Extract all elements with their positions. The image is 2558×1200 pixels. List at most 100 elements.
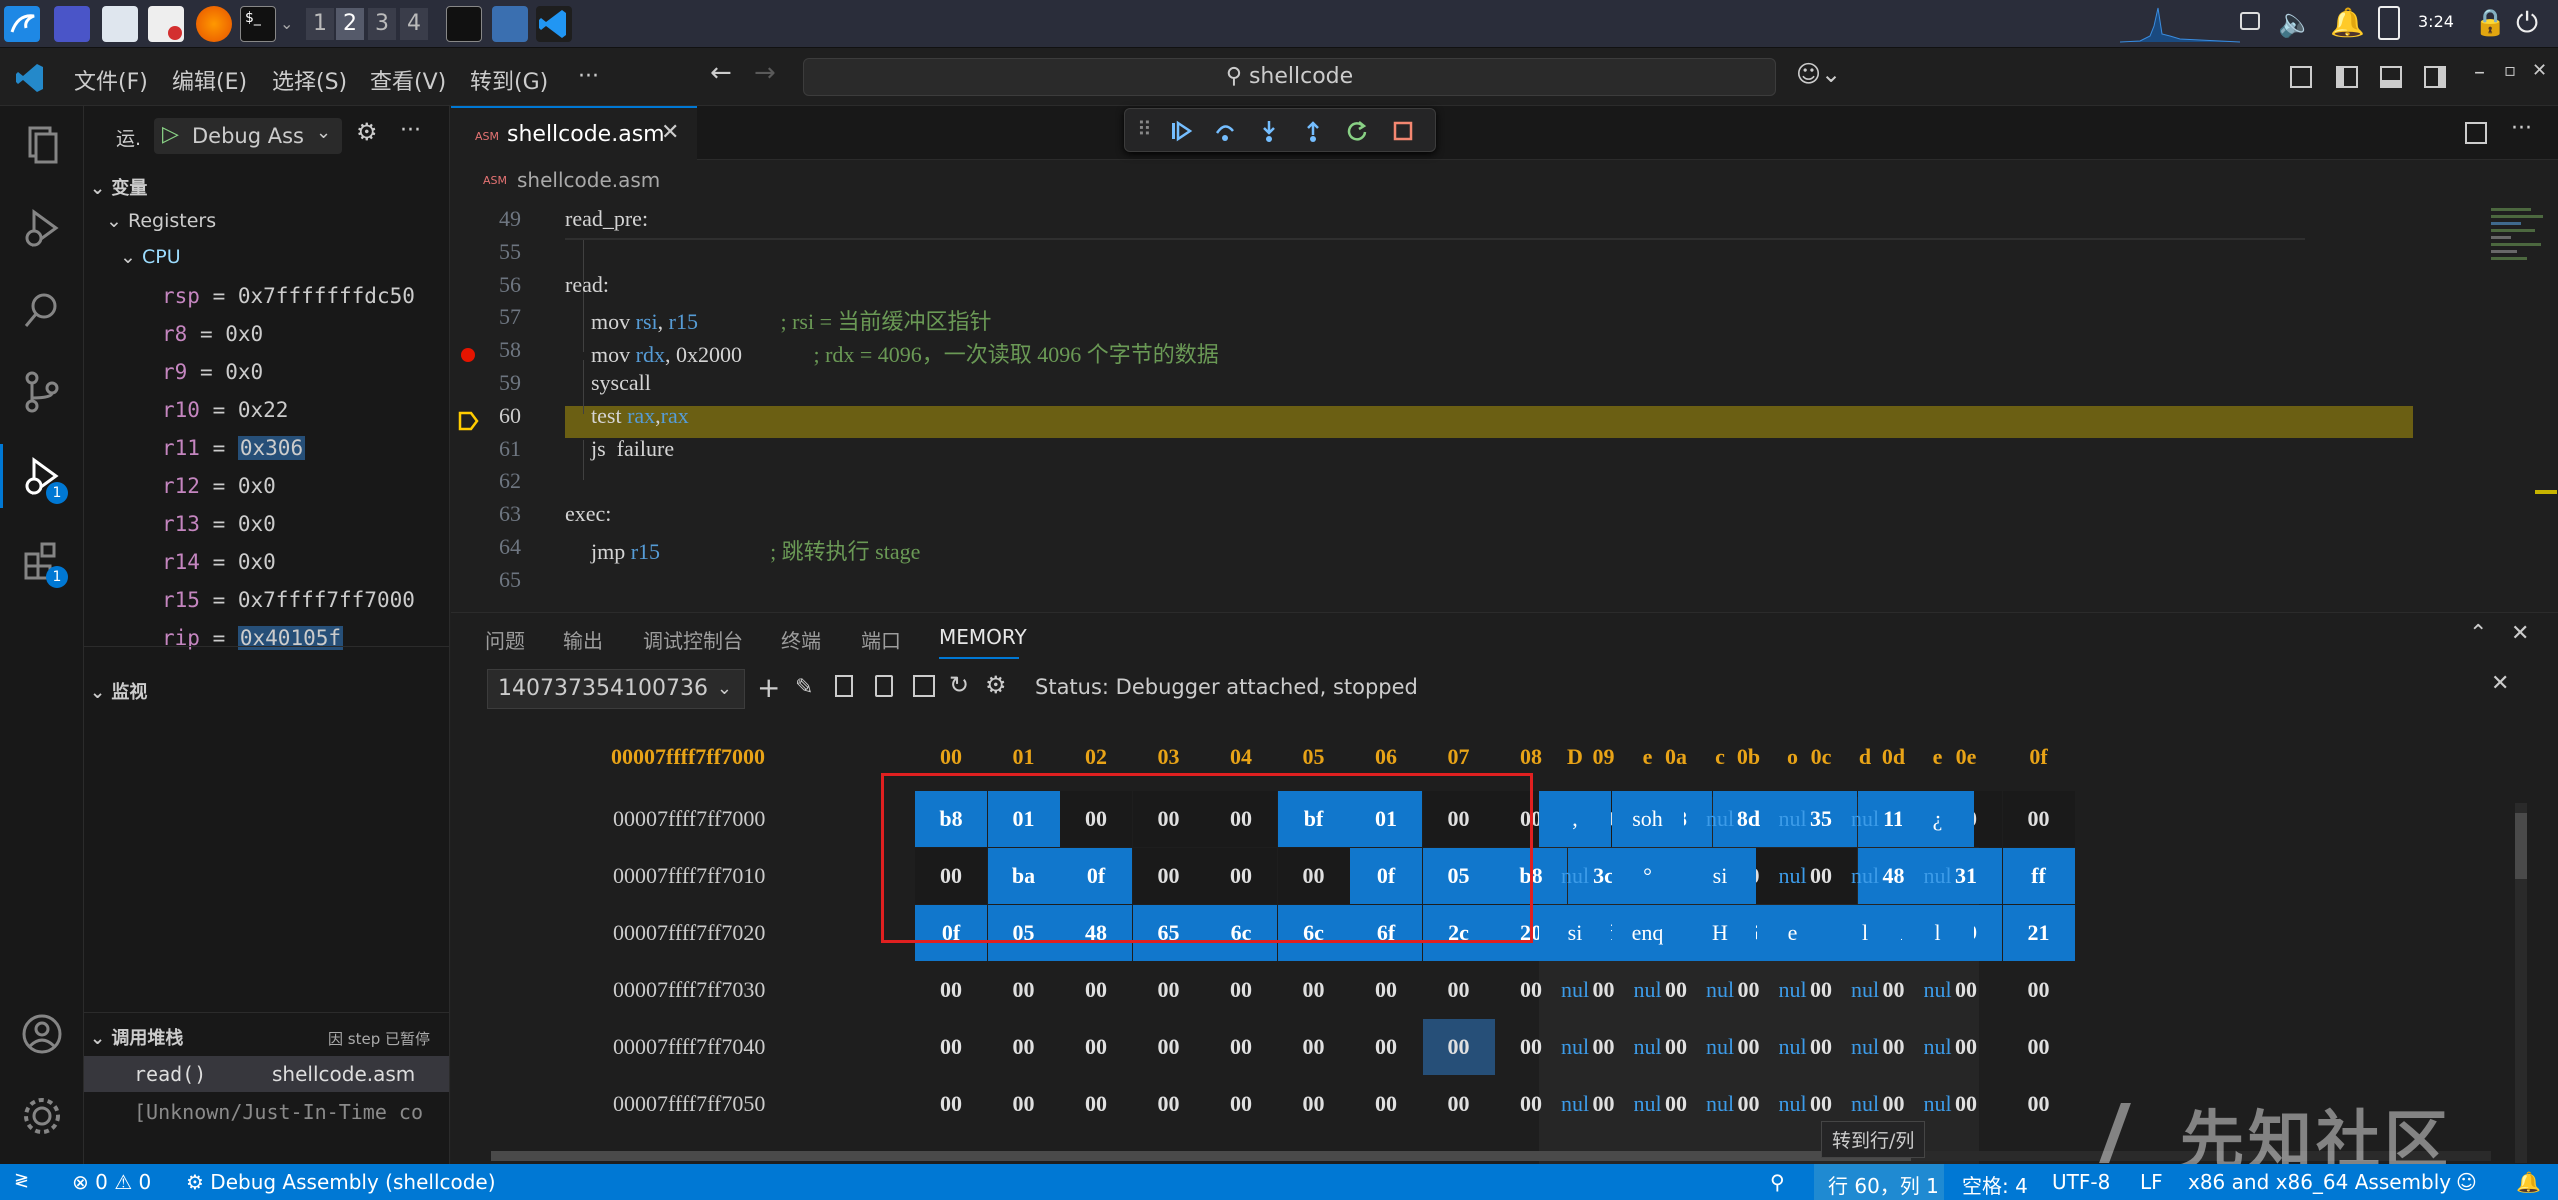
close-tab-icon[interactable]: ✕ — [661, 120, 679, 145]
cursor-position[interactable]: 行 60，列 1 — [1828, 1170, 1939, 1199]
stop-icon[interactable] — [1391, 119, 1415, 143]
toggle-secondary-sidebar-icon[interactable] — [2424, 66, 2446, 88]
command-center-search[interactable]: ⚲ shellcode — [803, 58, 1776, 96]
split-editor-icon[interactable] — [2465, 122, 2487, 144]
close-memory-view-icon[interactable]: ✕ — [2491, 671, 2509, 696]
ascii-cell[interactable]: nul — [1539, 1076, 1611, 1132]
hex-byte[interactable]: 00 — [2003, 1019, 2075, 1075]
copilot-icon[interactable]: ☺⌄ — [1796, 60, 1841, 88]
desktop-icon[interactable] — [54, 6, 90, 42]
notifications-bell-icon[interactable]: 🔔 — [2516, 1170, 2541, 1194]
tab-ports[interactable]: 端口 — [861, 625, 901, 654]
callstack-frame-0[interactable]: read() shellcode.asm — [84, 1056, 449, 1092]
workspace-2[interactable]: 2 — [336, 8, 364, 40]
ascii-cell[interactable]: , — [1539, 791, 1611, 847]
remote-icon[interactable]: ≷ — [14, 1170, 29, 1191]
register-r13[interactable]: r13 = 0x0 — [162, 512, 276, 536]
save-icon[interactable] — [913, 675, 935, 697]
toggle-sidebar-icon[interactable] — [2336, 66, 2358, 88]
extensions-icon[interactable]: 1 — [18, 536, 68, 588]
register-rsp[interactable]: rsp = 0x7fffffffdc50 — [162, 284, 415, 308]
toggle-panel-icon[interactable] — [2380, 66, 2402, 88]
register-r10[interactable]: r10 = 0x22 — [162, 398, 288, 422]
power-icon[interactable]: ⏻ — [2516, 6, 2538, 40]
ascii-cell[interactable]: nul — [1612, 1019, 1684, 1075]
step-into-icon[interactable] — [1257, 119, 1281, 143]
step-out-icon[interactable] — [1301, 119, 1325, 143]
ascii-cell[interactable]: nul — [1829, 791, 1901, 847]
hex-byte[interactable]: 00 — [1205, 1076, 1277, 1132]
register-r12[interactable]: r12 = 0x0 — [162, 474, 276, 498]
more-actions-icon[interactable]: ··· — [400, 118, 421, 143]
ascii-cell[interactable]: nul — [1539, 848, 1611, 904]
drag-handle-icon[interactable]: ⠿ — [1137, 117, 1152, 141]
volume-icon[interactable]: 🔈 — [2278, 6, 2313, 39]
ascii-cell[interactable]: si — [1684, 848, 1756, 904]
ascii-cell[interactable]: nul — [1684, 791, 1756, 847]
indentation[interactable]: 空格: 4 — [1962, 1170, 2028, 1199]
hex-byte[interactable]: 00 — [915, 1019, 987, 1075]
notification-icon[interactable]: 🔔 — [2330, 6, 2365, 39]
chevron-down-icon[interactable]: ⌄ — [280, 14, 293, 33]
step-over-icon[interactable] — [1213, 119, 1237, 143]
hex-byte[interactable]: 00 — [1205, 962, 1277, 1018]
text-editor-icon[interactable] — [148, 6, 184, 42]
callstack-section[interactable]: ⌄ 调用堆栈 — [90, 1024, 183, 1050]
hex-byte[interactable]: 00 — [1133, 1076, 1205, 1132]
ascii-cell[interactable]: nul — [1539, 962, 1611, 1018]
watch-section[interactable]: ⌄ 监视 — [90, 678, 147, 704]
tab-problems[interactable]: 问题 — [485, 625, 525, 654]
menu-file[interactable]: 文件(F) — [74, 64, 148, 96]
files-icon[interactable] — [102, 6, 138, 42]
hex-byte[interactable]: 00 — [988, 1076, 1060, 1132]
run-debug-active-icon[interactable]: 1 — [18, 452, 68, 504]
ascii-cell[interactable]: nul — [1757, 848, 1829, 904]
hex-byte[interactable]: 00 — [2002, 791, 2075, 847]
zoom-icon[interactable]: ⚲ — [1770, 1170, 1785, 1194]
ascii-cell[interactable]: nul — [1539, 1019, 1611, 1075]
menu-view[interactable]: 查看(V) — [370, 64, 446, 96]
hex-byte[interactable]: 00 — [1350, 1019, 1422, 1075]
hex-byte[interactable]: 00 — [1060, 1019, 1132, 1075]
tab-shellcode-asm[interactable]: ASM shellcode.asm ✕ — [451, 106, 697, 160]
hex-byte[interactable]: 00 — [1133, 1019, 1205, 1075]
ascii-cell[interactable]: l — [1901, 905, 1974, 961]
forward-arrow-icon[interactable]: → — [754, 58, 776, 88]
ascii-cell[interactable]: e — [1756, 905, 1829, 961]
tab-debug-console[interactable]: 调试控制台 — [643, 625, 743, 654]
workspace-1[interactable]: 1 — [306, 8, 334, 40]
ascii-cell[interactable]: enq — [1611, 905, 1684, 961]
menu-more[interactable]: ··· — [578, 64, 599, 89]
callstack-frame-1[interactable]: [Unknown/Just-In-Time co — [84, 1094, 449, 1130]
hex-byte[interactable]: 21 — [2002, 905, 2075, 961]
memory-address-input[interactable]: 140737354100736 ⌄ — [487, 669, 745, 709]
copilot-status-icon[interactable]: ☺ — [2456, 1170, 2477, 1194]
ascii-cell[interactable]: l — [1829, 905, 1901, 961]
edit-icon[interactable]: ✎ — [795, 675, 813, 700]
add-icon[interactable]: + — [757, 671, 780, 704]
menu-edit[interactable]: 编辑(E) — [172, 64, 247, 96]
ascii-cell[interactable]: nul — [1902, 848, 1974, 904]
vscode-window-icon[interactable] — [536, 6, 572, 42]
terminal-window-icon[interactable] — [446, 6, 482, 42]
ascii-cell[interactable]: nul — [1757, 1076, 1829, 1132]
ascii-cell[interactable]: si — [1539, 905, 1611, 961]
hex-byte[interactable]: 00 — [1350, 1076, 1422, 1132]
hex-byte[interactable]: 00 — [1350, 962, 1422, 1018]
ascii-cell[interactable]: nul — [1829, 1019, 1901, 1075]
minimap[interactable] — [2491, 204, 2551, 314]
ascii-cell[interactable]: nul — [1684, 962, 1756, 1018]
maximize-panel-icon[interactable]: ⌃ — [2469, 621, 2487, 646]
search-sidebar-icon[interactable] — [18, 286, 66, 334]
hex-byte[interactable]: 00 — [915, 1076, 987, 1132]
play-icon[interactable]: ▷ — [162, 122, 179, 147]
close-window-icon[interactable]: ✕ — [2532, 60, 2547, 81]
ascii-cell[interactable]: nul — [1612, 962, 1684, 1018]
tab-memory[interactable]: MEMORY — [939, 625, 1027, 649]
variables-section[interactable]: ⌄ 变量 — [90, 174, 147, 200]
close-panel-icon[interactable]: ✕ — [2511, 621, 2529, 646]
ascii-cell[interactable]: nul — [1684, 1076, 1756, 1132]
copy-icon[interactable] — [835, 675, 853, 697]
register-r11[interactable]: r11 = 0x306 — [162, 436, 306, 460]
tray-window-icon[interactable] — [2240, 12, 2260, 30]
